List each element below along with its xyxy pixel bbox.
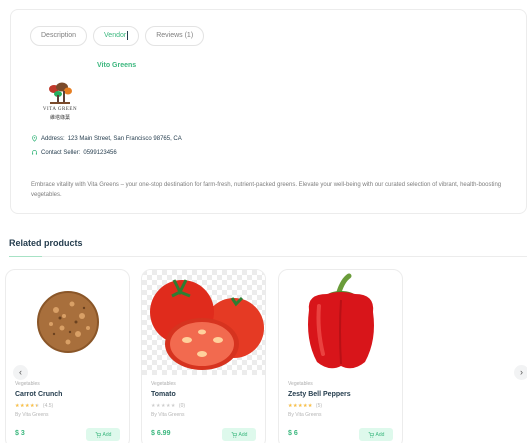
product-image-tomato[interactable] [142, 270, 266, 375]
product-image-bell-pepper[interactable] [279, 270, 403, 375]
star-rating-icon: ★★★★★★★★★★ [15, 403, 40, 409]
product-vendor: By Vita Greens [288, 412, 322, 418]
tab-reviews-label: Reviews (1) [156, 32, 194, 39]
rating-count: (4.5) [42, 403, 54, 409]
contact-value: 0599123456 [83, 149, 117, 156]
cart-icon [231, 431, 237, 438]
product-category: Vegetables [15, 381, 40, 387]
headset-icon [32, 150, 37, 155]
tab-reviews[interactable]: Reviews (1) [145, 26, 205, 46]
product-vendor: By Vita Greens [151, 412, 185, 418]
chevron-left-icon: ‹ [19, 367, 22, 377]
vendor-logo: VITA GREEN 維塔綠葉 [40, 80, 80, 124]
product-price: $ 6.99 [151, 430, 171, 437]
product-card-zesty-bell-peppers[interactable]: Vegetables Zesty Bell Peppers ★★★★★ ★★★★★… [278, 269, 403, 443]
rating-count: (5) [315, 403, 323, 409]
cart-icon [368, 431, 374, 438]
product-vendor: By Vita Greens [15, 412, 49, 418]
vendor-panel: Description Vendor Reviews (1) Vito Gree… [10, 9, 527, 214]
star-rating-icon: ★★★★★★★★★★ [288, 403, 313, 409]
tab-description-label: Description [41, 32, 77, 39]
product-tabs: Description Vendor Reviews (1) [30, 26, 205, 46]
vendor-logo-subtext: 維塔綠葉 [49, 116, 70, 121]
vendor-description: Embrace vitality with Vita Greens – your… [31, 182, 502, 198]
add-to-cart-button[interactable]: Add [222, 428, 256, 441]
product-category: Vegetables [288, 381, 313, 387]
star-rating-icon: ★★★★★★★★★★ [151, 403, 176, 409]
add-to-cart-button[interactable]: Add [86, 428, 120, 441]
related-products-title: Related products [9, 238, 83, 248]
chevron-right-icon: › [520, 367, 523, 377]
carousel-prev-button[interactable]: ‹ [13, 365, 28, 380]
add-button-label: Add [238, 431, 248, 438]
carousel-next-button[interactable]: › [514, 365, 527, 380]
add-button-label: Add [375, 431, 385, 438]
add-button-label: Add [102, 431, 112, 438]
product-image-carrot-crunch[interactable] [6, 270, 130, 375]
product-rating: ★★★★★★★★★★ (0) [151, 403, 185, 409]
cart-icon [95, 431, 101, 438]
product-name[interactable]: Tomato [151, 391, 176, 398]
section-divider [9, 256, 527, 257]
product-price: $ 3 [15, 430, 25, 437]
contact-label: Contact Seller: [41, 149, 81, 156]
product-price: $ 6 [288, 430, 298, 437]
tab-vendor[interactable]: Vendor [93, 26, 140, 46]
address-value: 123 Main Street, San Francisco 98765, CA [67, 135, 182, 142]
tab-description[interactable]: Description [30, 26, 88, 46]
vendor-logo-mark [49, 82, 72, 104]
address-label: Address: [41, 135, 65, 142]
location-pin-icon [32, 135, 37, 142]
add-to-cart-button[interactable]: Add [359, 428, 393, 441]
text-cursor [127, 30, 129, 40]
vendor-logo-text: VITA GREEN [42, 107, 78, 112]
section-divider-accent [9, 256, 42, 257]
product-name[interactable]: Zesty Bell Peppers [288, 391, 351, 398]
product-card-tomato[interactable]: Vegetables Tomato ★★★★★★★★★★ (0) By Vita… [141, 269, 266, 443]
product-rating: ★★★★★★★★★★ (4.5) [15, 403, 53, 409]
vendor-contact: Contact Seller: 0599123456 [31, 149, 117, 156]
product-card-carrot-crunch[interactable]: Vegetables Carrot Crunch ★★★★★★★★★★ (4.5… [5, 269, 130, 443]
product-category: Vegetables [151, 381, 176, 387]
vendor-name-link[interactable]: Vito Greens [97, 62, 136, 69]
product-name[interactable]: Carrot Crunch [15, 391, 62, 398]
vendor-address: Address: 123 Main Street, San Francisco … [31, 135, 182, 142]
rating-count: (0) [178, 403, 186, 409]
tab-vendor-label: Vendor [104, 32, 127, 39]
product-rating: ★★★★★ ★★★★★ (5) [288, 403, 322, 409]
